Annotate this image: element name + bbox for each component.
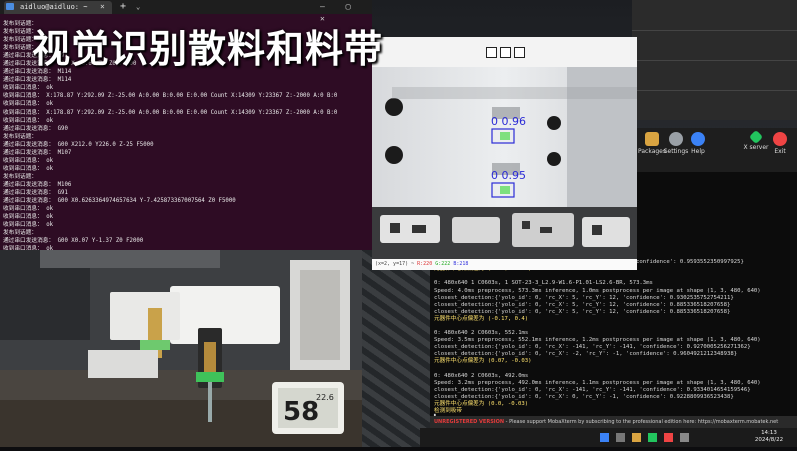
help-icon <box>691 132 705 146</box>
terminal-line: 通过串口发送消息： G00 X212.0 Y226.0 Z-25 F5000 <box>3 141 154 148</box>
power-icon <box>773 132 787 146</box>
terminal-tab[interactable]: aidluo@aidluo: ~ <box>4 1 112 14</box>
terminal-line: 收到串口消息： X:178.87 Y:292.09 Z:-25.00 A:0.0… <box>3 109 338 116</box>
camera-pixel-status: (x=2, y=17) ~ R:220 G:222 B:218 <box>372 259 637 270</box>
taskbar-icons <box>600 433 689 442</box>
camera-toolbar <box>372 37 637 67</box>
console-line: Speed: 3.5ms preprocess, 552.1ms inferen… <box>434 337 761 344</box>
machine-carriage <box>170 286 280 344</box>
machine-photo-svg: 58 22.6 <box>0 250 362 447</box>
terminal-line: 收到串口消息： X:178.87 Y:292.09 Z:-25.00 A:0.0… <box>3 93 338 100</box>
console-line: 元器件中心点偏差为 (0.07, -0.03) <box>434 358 532 365</box>
chevron-down-icon[interactable]: ⌄ <box>136 1 140 14</box>
terminal-tabbar: aidluo@aidluo: ~ × + ⌄ — ▢ ✕ <box>0 0 372 23</box>
terminal-line: 发布到话题： <box>3 133 38 140</box>
hygrometer-reading: 58 <box>283 397 319 427</box>
tape-hole <box>385 98 403 116</box>
start-icon[interactable] <box>600 433 609 442</box>
detection-label-1: 0 0.96 <box>491 115 526 128</box>
terminal-line: 通过串口发送消息： G91 <box>3 189 68 196</box>
folder-icon[interactable] <box>632 433 641 442</box>
camera-tool-1-icon[interactable] <box>486 47 497 58</box>
console-line: closest_detection:{'yolo_id': 0, 'rc_X':… <box>434 344 751 351</box>
detection-label-2: 0 0.95 <box>491 169 526 182</box>
terminal-line: 收到串口消息： ok <box>3 157 54 164</box>
terminal-tab-icon <box>6 3 14 10</box>
terminal-line: 发布到话题： <box>3 230 38 237</box>
console-line: 0: 480x640 2 C0603s, 552.1ms <box>434 330 529 337</box>
mobaxterm-status-bar: UNREGISTERED VERSION - Please support Mo… <box>430 416 797 428</box>
browser-icon[interactable] <box>648 433 657 442</box>
console-line: 0: 480x640 2 C0603s, 492.0ms <box>434 372 529 379</box>
terminal-line: 收到串口消息： ok <box>3 85 54 92</box>
desktop-photo-fragment <box>360 240 440 447</box>
console-line: closest_detection:{'yolo_id': 0, 'rc_X':… <box>434 393 734 400</box>
console-line: 元器件中心点偏差为 (-0.17, 0.4) <box>434 315 529 322</box>
terminal-line: 收到串口消息： ok <box>3 214 54 221</box>
console-line: closest_detection:{'yolo_id': 0, 'rc_X':… <box>434 386 751 393</box>
terminal-line: 收到串口消息： ok <box>3 206 54 213</box>
terminal-line: 收到串口消息： ok <box>3 165 54 172</box>
machine-photo: 58 22.6 <box>0 250 362 447</box>
console-line: Speed: 3.2ms preprocess, 492.0ms inferen… <box>434 379 761 386</box>
terminal-line: 通过串口发送消息： M114 <box>3 77 72 84</box>
toolbar-exit[interactable]: Exit <box>760 132 797 155</box>
console-line: Speed: 4.0ms preprocess, 573.3ms inferen… <box>434 287 761 294</box>
toolbar-help[interactable]: Help <box>678 132 718 155</box>
tape-hole <box>547 116 561 130</box>
console-line: 检测到吸带 <box>434 408 462 415</box>
terminal-line: 通过串口发送消息： M107 <box>3 149 72 156</box>
terminal-icon[interactable] <box>680 433 689 442</box>
terminal-line: 收到串口消息： ok <box>3 117 54 124</box>
video-title-overlay: 视觉识别散料和料带 <box>32 27 384 71</box>
taskbar-clock[interactable]: 14:13 2024/8/22 <box>742 430 796 444</box>
console-line: 0: 480x640 1 C0603s, 1 SOT-23-3_L2.9-W1.… <box>434 280 653 287</box>
console-line: closest_detection:{'yolo_id': 0, 'rc_X':… <box>434 294 734 301</box>
hygrometer-small-reading: 22.6 <box>316 393 334 402</box>
terminal-line: 通过串口发送消息： M106 <box>3 181 72 188</box>
new-tab-button[interactable]: + <box>120 1 126 13</box>
camera-image[interactable]: 0 0.96 0 0.95 <box>372 67 637 263</box>
app-icon[interactable] <box>664 433 673 442</box>
terminal-line: 收到串口消息： ok <box>3 222 54 229</box>
terminal-line: 通过串口发送消息： G90 <box>3 125 68 132</box>
detection-fill <box>500 186 510 194</box>
camera-tool-2-icon[interactable] <box>500 47 511 58</box>
terminal-line: 收到串口消息： ok <box>3 101 54 108</box>
windows-taskbar <box>420 428 797 447</box>
console-line: closest_detection:{'yolo_id': 0, 'rc_X':… <box>434 308 731 315</box>
background-window <box>632 0 797 120</box>
detection-fill <box>500 132 510 140</box>
terminal-line: 通过串口发送消息： G00 X0.07 Y-1.37 Z0 F2000 <box>3 238 144 245</box>
camera-tool-3-icon[interactable] <box>514 47 525 58</box>
camera-view-window[interactable]: 0 0.96 0 0.95 (x=2, y=17) ~ R:220 G:222 … <box>372 37 637 270</box>
console-line: closest_detection:{'yolo_id': 0, 'rc_X':… <box>434 301 731 308</box>
close-tab-icon[interactable]: × <box>100 1 105 13</box>
search-icon[interactable] <box>616 433 625 442</box>
tape-hole <box>547 152 561 166</box>
camera-frame-svg: 0 0.96 0 0.95 <box>372 67 637 263</box>
terminal-line: 通过串口发送消息： G00 X0.6263364974657634 Y-7.42… <box>3 198 236 205</box>
console-line: 元器件中心点偏差为 (0.0, -0.03) <box>434 401 529 407</box>
tape-hole <box>385 146 403 164</box>
terminal-line: 发布到话题： <box>3 173 38 180</box>
